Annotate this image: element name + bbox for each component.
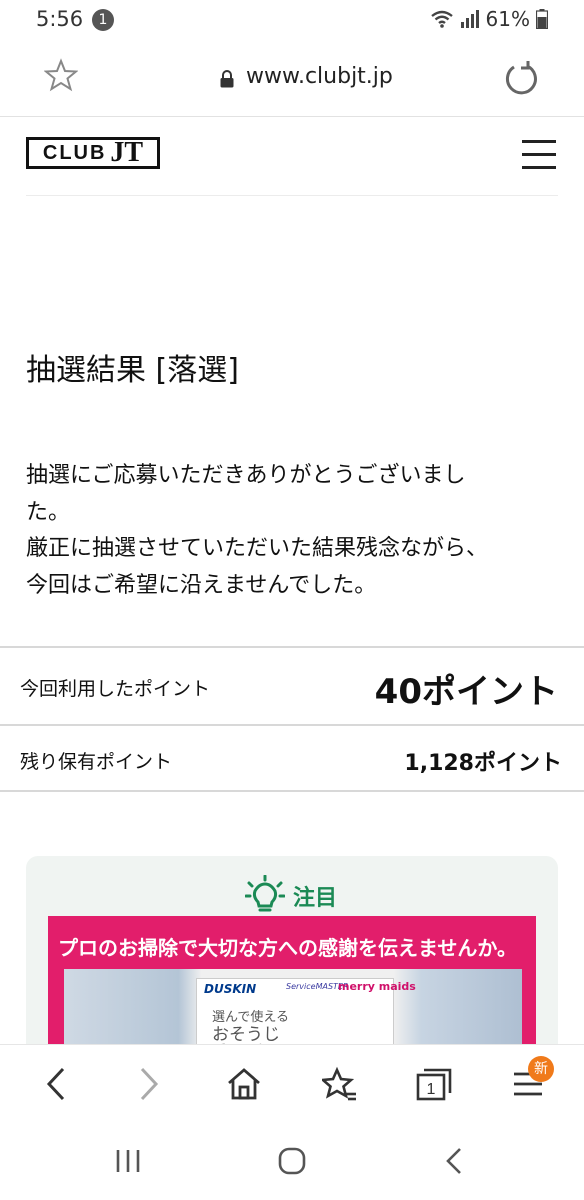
club-jt-logo[interactable]: CLUB JT xyxy=(26,137,160,169)
battery-percent: 61% xyxy=(485,7,530,31)
system-back-icon xyxy=(446,1148,461,1174)
forward-button[interactable] xyxy=(125,1060,173,1108)
reload-icon[interactable] xyxy=(503,60,541,98)
logo-text-jt: JT xyxy=(110,137,144,168)
result-message: 抽選にご応募いただきありがとうございまし た。 厳正に抽選させていただいた結果残… xyxy=(26,458,546,604)
back-button[interactable] xyxy=(32,1060,80,1108)
remaining-points-value: 1,128ポイント xyxy=(404,751,562,776)
message-line: 厳正に抽選させていただいた結果残念ながら、 xyxy=(26,536,489,561)
battery-icon xyxy=(536,9,548,29)
remaining-points-label: 残り保有ポイント xyxy=(20,751,173,773)
chevron-left-icon xyxy=(46,1067,65,1101)
recent-apps-icon xyxy=(116,1150,140,1172)
hamburger-menu-icon[interactable] xyxy=(522,140,556,172)
used-points-value: 40ポイント xyxy=(374,672,558,712)
page-title: 抽選結果 [落選] xyxy=(26,353,239,388)
divider xyxy=(0,724,584,726)
system-icons: 61% xyxy=(430,7,548,31)
signal-icon xyxy=(460,10,479,28)
url-text[interactable]: www.clubjt.jp xyxy=(246,64,393,89)
bookmark-star-icon[interactable] xyxy=(44,58,78,92)
status-time: 5:56 xyxy=(36,7,84,31)
system-home-button[interactable] xyxy=(278,1147,306,1179)
tabs-button[interactable]: 1 xyxy=(410,1060,458,1108)
recent-apps-button[interactable] xyxy=(114,1148,142,1178)
lightbulb-icon xyxy=(245,875,285,912)
used-points-label: 今回利用したポイント xyxy=(20,678,211,700)
bookmarks-star-icon xyxy=(322,1066,356,1101)
attention-heading: 注目 xyxy=(293,886,338,911)
notification-badge: 1 xyxy=(92,9,114,31)
system-home-icon xyxy=(278,1147,306,1175)
lock-icon xyxy=(220,70,234,88)
merrymaids-brand: merry maids xyxy=(338,980,416,993)
chevron-right-icon xyxy=(140,1067,159,1101)
new-badge: 新 xyxy=(528,1056,554,1082)
message-line: た。 xyxy=(26,499,71,525)
divider xyxy=(0,790,584,792)
home-icon xyxy=(228,1068,260,1100)
message-line: 抽選にご応募いただきありがとうございまし xyxy=(26,463,466,488)
tab-count: 1 xyxy=(427,1081,436,1098)
tabs-icon: 1 xyxy=(416,1068,452,1101)
promo-banner-headline: プロのお掃除で大切な方への感謝を伝えませんか。 xyxy=(58,936,517,960)
duskin-brand: DUSKIN xyxy=(204,982,257,996)
bookmarks-button[interactable] xyxy=(316,1060,364,1108)
wifi-icon xyxy=(430,10,453,28)
browser-bottom-bar xyxy=(0,1044,584,1129)
home-button[interactable] xyxy=(220,1060,268,1108)
logo-text-club: CLUB xyxy=(42,141,107,164)
system-back-button[interactable] xyxy=(444,1147,464,1179)
divider xyxy=(0,646,584,648)
message-line: 今回はご希望に沿えませんでした。 xyxy=(26,572,377,598)
